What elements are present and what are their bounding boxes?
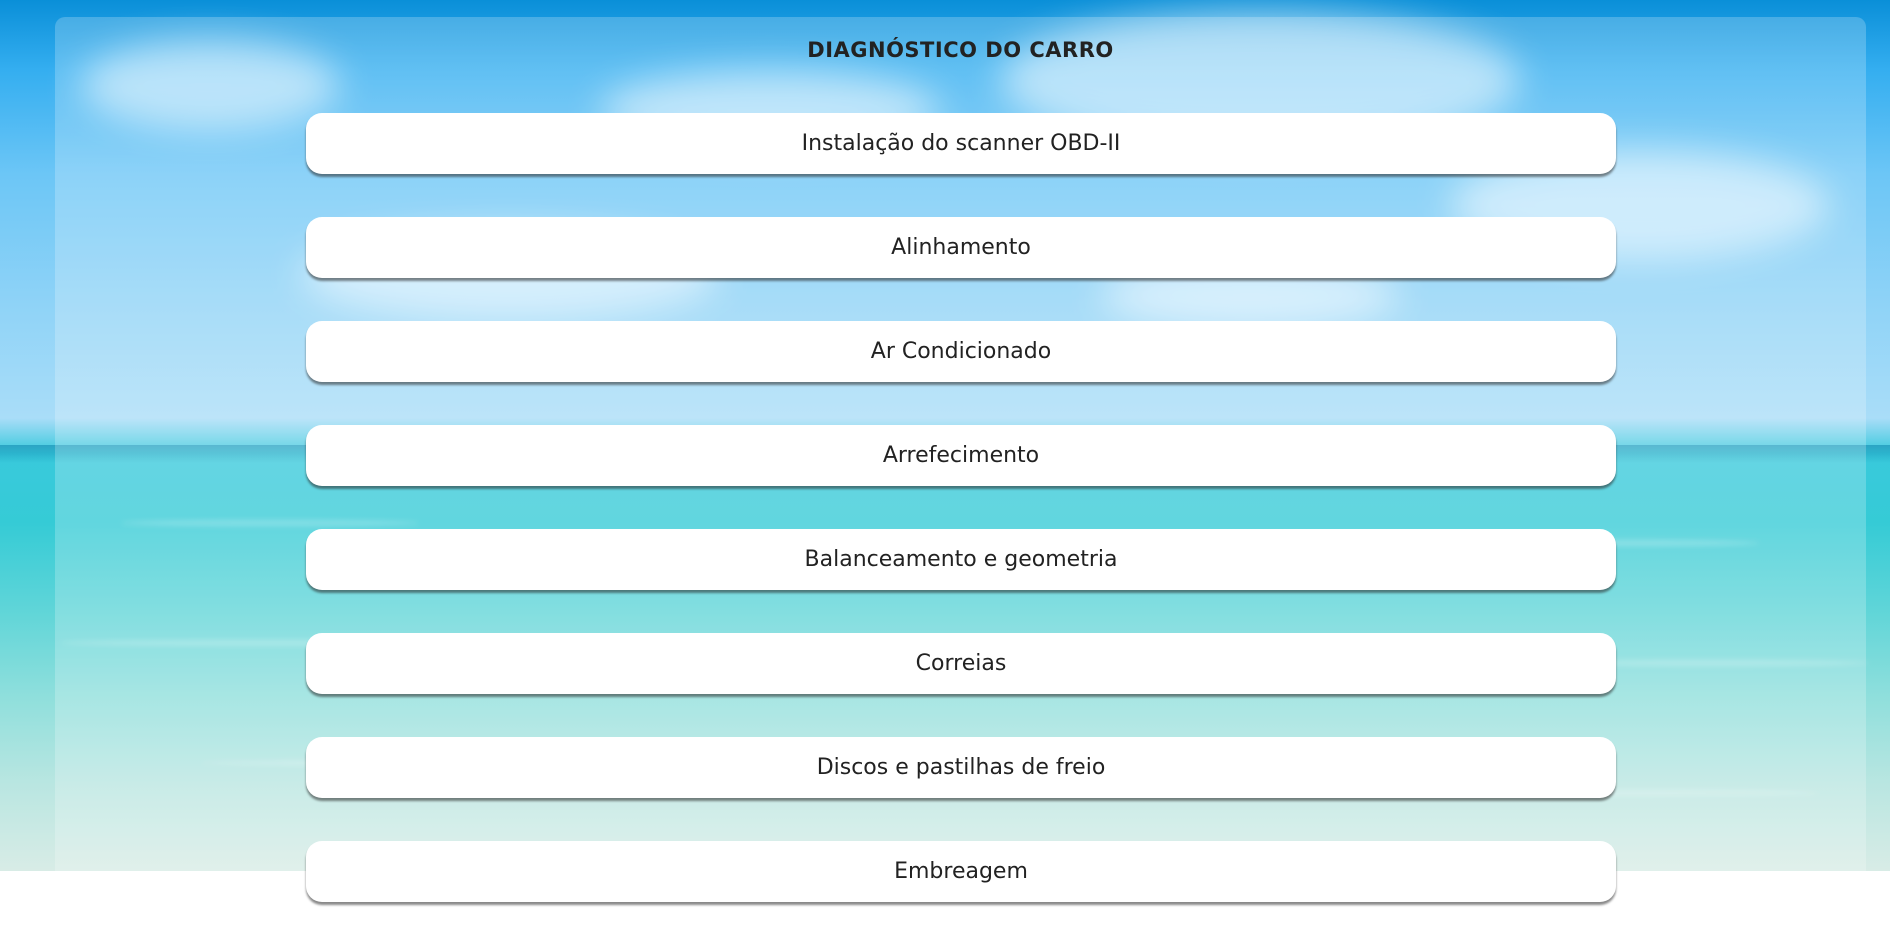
- menu-item-balanceamento[interactable]: Balanceamento e geometria: [306, 529, 1616, 590]
- menu-item-embreagem[interactable]: Embreagem: [306, 841, 1616, 902]
- menu-item-ar-condicionado[interactable]: Ar Condicionado: [306, 321, 1616, 382]
- page-title: DIAGNÓSTICO DO CARRO: [807, 38, 1114, 62]
- menu-item-obd-scanner[interactable]: Instalação do scanner OBD-II: [306, 113, 1616, 174]
- menu-item-correias[interactable]: Correias: [306, 633, 1616, 694]
- diagnostic-menu: Instalação do scanner OBD-II Alinhamento…: [306, 113, 1616, 945]
- menu-item-discos-freio[interactable]: Discos e pastilhas de freio: [306, 737, 1616, 798]
- menu-item-arrefecimento[interactable]: Arrefecimento: [306, 425, 1616, 486]
- menu-item-alinhamento[interactable]: Alinhamento: [306, 217, 1616, 278]
